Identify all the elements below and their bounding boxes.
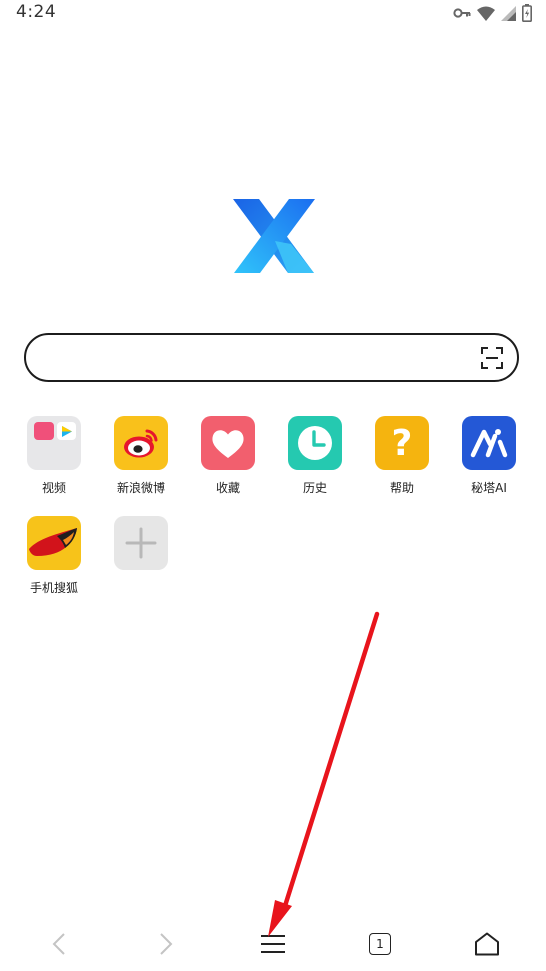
status-bar: 4:24 bbox=[0, 0, 546, 26]
forward-button[interactable] bbox=[148, 926, 184, 962]
signal-icon bbox=[501, 5, 516, 21]
sohu-fox-icon bbox=[27, 516, 81, 570]
shortcut-video[interactable]: 视频 bbox=[14, 416, 94, 496]
search-input[interactable] bbox=[44, 343, 468, 375]
shortcut-help[interactable]: ? 帮助 bbox=[362, 416, 442, 496]
shortcut-label: 帮助 bbox=[389, 481, 414, 495]
status-time: 4:24 bbox=[16, 2, 57, 22]
shortcut-label: 视频 bbox=[41, 481, 66, 495]
menu-button[interactable] bbox=[255, 926, 291, 962]
back-icon bbox=[52, 933, 65, 955]
scan-icon[interactable] bbox=[481, 347, 503, 369]
shortcut-label: 历史 bbox=[302, 481, 327, 495]
shortcut-metaso[interactable]: 秘塔AI bbox=[449, 416, 529, 496]
tab-count: 1 bbox=[376, 937, 384, 951]
battery-icon bbox=[522, 4, 532, 22]
shortcut-history[interactable]: 历史 bbox=[275, 416, 355, 496]
search-bar[interactable] bbox=[24, 333, 519, 382]
heart-icon bbox=[201, 416, 255, 470]
shortcut-label: 收藏 bbox=[215, 481, 240, 495]
shortcut-sohu[interactable]: 手机搜狐 bbox=[14, 516, 94, 596]
back-button[interactable] bbox=[41, 926, 77, 962]
status-icons bbox=[453, 4, 532, 22]
tabs-button[interactable]: 1 bbox=[362, 926, 398, 962]
shortcut-weibo[interactable]: 新浪微博 bbox=[101, 416, 181, 496]
shortcut-bookmarks[interactable]: 收藏 bbox=[188, 416, 268, 496]
clock-icon bbox=[288, 416, 342, 470]
home-icon bbox=[475, 932, 499, 956]
shortcut-label: 秘塔AI bbox=[471, 481, 507, 495]
tabs-icon: 1 bbox=[369, 933, 391, 955]
wifi-icon bbox=[477, 6, 495, 21]
bottom-nav: 1 bbox=[0, 916, 546, 971]
add-icon bbox=[114, 516, 168, 570]
add-shortcut-button[interactable] bbox=[101, 516, 181, 579]
x-browser-logo bbox=[233, 199, 315, 273]
weibo-icon bbox=[114, 416, 168, 470]
metaso-icon bbox=[462, 416, 516, 470]
shortcut-label: 手机搜狐 bbox=[29, 581, 78, 595]
menu-icon bbox=[261, 935, 285, 953]
vpn-key-icon bbox=[453, 8, 471, 18]
video-folder-icon bbox=[27, 416, 81, 470]
home-button[interactable] bbox=[469, 926, 505, 962]
help-icon: ? bbox=[375, 416, 429, 470]
forward-icon bbox=[160, 933, 173, 955]
shortcut-label: 新浪微博 bbox=[116, 481, 165, 495]
